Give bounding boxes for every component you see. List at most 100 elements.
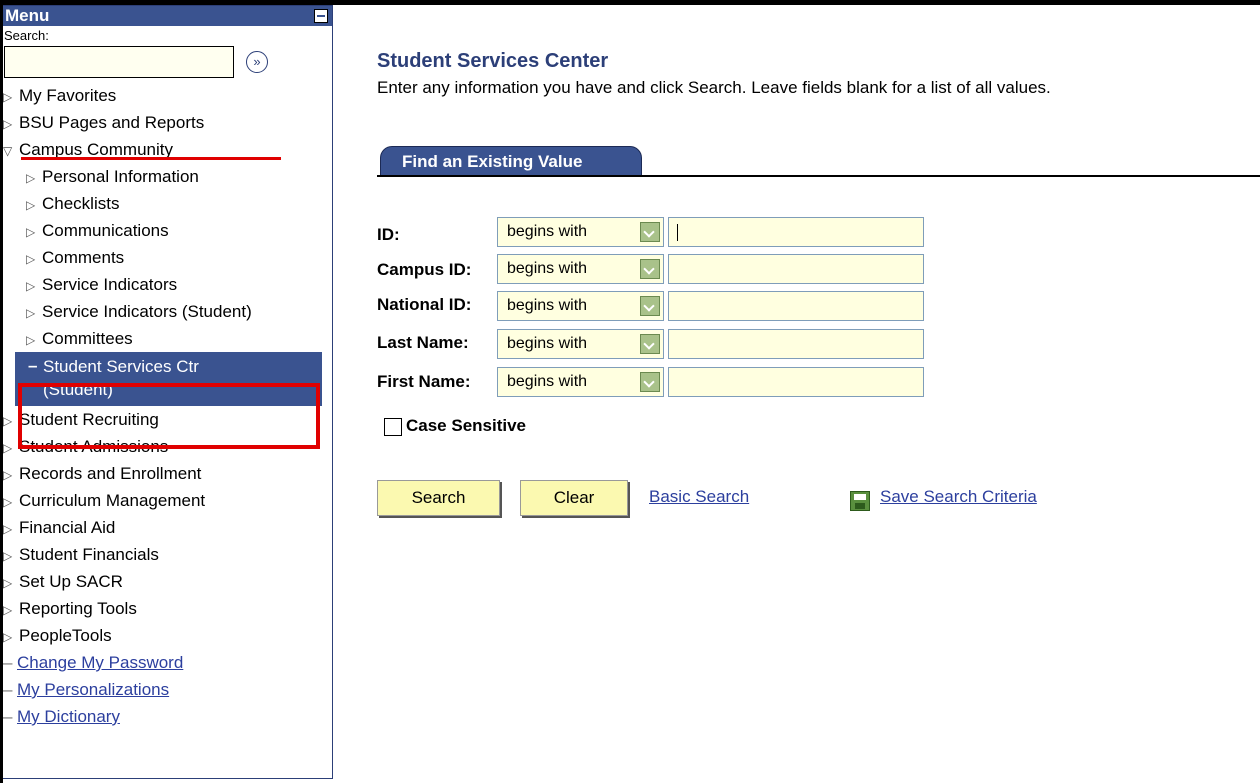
- campus-id-operator-select[interactable]: begins with: [497, 254, 664, 284]
- menu-item-records-enrollment[interactable]: ▷ Records and Enrollment: [3, 460, 332, 487]
- menu-item-checklists[interactable]: ▷ Checklists: [3, 190, 332, 217]
- menu-item-label: Service Indicators (Student): [42, 302, 252, 321]
- menu-item-label: Student Financials: [19, 545, 159, 564]
- id-operator-value: begins with: [507, 223, 588, 240]
- menu-item-dictionary: – My Dictionary: [3, 703, 332, 730]
- menu-search-input[interactable]: [4, 46, 234, 78]
- dash-icon: –: [3, 653, 13, 672]
- campus-id-operator-value: begins with: [507, 260, 588, 277]
- menu-item-student-services-ctr[interactable]: – Student Services Ctr (Student): [15, 352, 322, 406]
- menu-item-student-recruiting[interactable]: ▷ Student Recruiting: [3, 406, 332, 433]
- menu-item-set-up-sacr[interactable]: ▷ Set Up SACR: [3, 568, 332, 595]
- menu-item-financial-aid[interactable]: ▷ Financial Aid: [3, 514, 332, 541]
- menu-item-bsu-pages[interactable]: ▷ BSU Pages and Reports: [3, 109, 332, 136]
- triangle-right-icon: ▷: [3, 117, 13, 131]
- menu-item-label: Student Admissions: [19, 437, 169, 456]
- triangle-right-icon: ▷: [3, 468, 13, 482]
- tab-find-existing-value[interactable]: Find an Existing Value: [380, 146, 642, 176]
- menu-search-label: Search:: [4, 28, 49, 43]
- dash-icon: –: [3, 707, 13, 726]
- menu-item-my-favorites[interactable]: ▷ My Favorites: [3, 82, 332, 109]
- last-name-label: Last Name:: [377, 333, 469, 352]
- triangle-right-icon: ▷: [3, 414, 13, 428]
- national-id-operator-value: begins with: [507, 297, 588, 314]
- menu-item-label: Student Recruiting: [19, 410, 159, 429]
- menu-item-student-financials[interactable]: ▷ Student Financials: [3, 541, 332, 568]
- menu-item-label-line2: (Student): [43, 380, 113, 399]
- case-sensitive-checkbox[interactable]: [384, 418, 402, 436]
- triangle-down-icon: ▽: [3, 144, 13, 158]
- menu-item-communications[interactable]: ▷ Communications: [3, 217, 332, 244]
- menu-item-label: PeopleTools: [19, 626, 112, 645]
- page-title: Student Services Center: [377, 50, 609, 72]
- triangle-right-icon: ▷: [26, 306, 36, 320]
- triangle-right-icon: ▷: [3, 549, 13, 563]
- menu-item-label: Records and Enrollment: [19, 464, 202, 483]
- collapse-menu-icon[interactable]: [314, 9, 328, 23]
- id-input[interactable]: [668, 217, 924, 247]
- basic-search-link[interactable]: Basic Search: [649, 487, 749, 507]
- campus-id-input[interactable]: [668, 254, 924, 284]
- menu-item-label: BSU Pages and Reports: [19, 113, 205, 132]
- menu-item-personalizations: – My Personalizations: [3, 676, 332, 703]
- personalizations-link[interactable]: My Personalizations: [17, 680, 169, 699]
- last-name-operator-select[interactable]: begins with: [497, 329, 664, 359]
- menu-item-peopletools[interactable]: ▷ PeopleTools: [3, 622, 332, 649]
- last-name-input[interactable]: [668, 329, 924, 359]
- first-name-label: First Name:: [377, 372, 471, 391]
- menu-item-comments[interactable]: ▷ Comments: [3, 244, 332, 271]
- national-id-input[interactable]: [668, 291, 924, 321]
- menu-sidebar: Menu Search: » ▷ My Favorites ▷ BSU Pages …: [3, 5, 333, 779]
- menu-item-label: Set Up SACR: [19, 572, 123, 591]
- first-name-operator-value: begins with: [507, 373, 588, 390]
- national-id-operator-select[interactable]: begins with: [497, 291, 664, 321]
- chevron-down-icon: [640, 259, 660, 279]
- floppy-disk-icon: [850, 491, 870, 511]
- dash-icon: –: [3, 680, 13, 699]
- menu-search-row: »: [3, 44, 332, 82]
- menu-item-campus-community[interactable]: ▽ Campus Community: [3, 136, 332, 163]
- menu-item-label: Service Indicators: [42, 275, 178, 294]
- first-name-operator-select[interactable]: begins with: [497, 367, 664, 397]
- menu-item-committees[interactable]: ▷ Committees: [3, 325, 332, 352]
- case-sensitive-label: Case Sensitive: [406, 416, 527, 435]
- dictionary-link[interactable]: My Dictionary: [17, 707, 120, 726]
- menu-item-label: Personal Information: [42, 167, 199, 186]
- menu-item-label: Comments: [42, 248, 125, 267]
- menu-item-curriculum-management[interactable]: ▷ Curriculum Management: [3, 487, 332, 514]
- triangle-right-icon: ▷: [3, 630, 13, 644]
- menu-item-service-indicators[interactable]: ▷ Service Indicators: [3, 271, 332, 298]
- last-name-operator-value: begins with: [507, 335, 588, 352]
- chevron-down-icon: [640, 372, 660, 392]
- menu-item-personal-information[interactable]: ▷ Personal Information: [3, 163, 332, 190]
- triangle-right-icon: ▷: [3, 522, 13, 536]
- triangle-right-icon: ▷: [26, 171, 36, 185]
- search-button[interactable]: Search: [377, 480, 500, 516]
- menu-header: Menu: [3, 6, 332, 26]
- menu-item-label: Student Services Ctr: [43, 357, 199, 376]
- chevron-down-icon: [640, 222, 660, 242]
- triangle-right-icon: ▷: [26, 252, 36, 266]
- menu-item-label: Reporting Tools: [19, 599, 137, 618]
- menu-item-label: Curriculum Management: [19, 491, 206, 510]
- menu-item-student-admissions[interactable]: ▷ Student Admissions: [3, 433, 332, 460]
- menu-item-change-password: – Change My Password: [3, 649, 332, 676]
- id-label: ID:: [377, 225, 400, 244]
- menu-item-service-indicators-student[interactable]: ▷ Service Indicators (Student): [3, 298, 332, 325]
- menu-item-label: Communications: [42, 221, 169, 240]
- first-name-input[interactable]: [668, 367, 924, 397]
- menu-item-label: Committees: [42, 329, 133, 348]
- triangle-right-icon: ▷: [3, 603, 13, 617]
- triangle-right-icon: ▷: [3, 576, 13, 590]
- save-search-criteria-link[interactable]: Save Search Criteria: [880, 487, 1037, 507]
- menu-item-reporting-tools[interactable]: ▷ Reporting Tools: [3, 595, 332, 622]
- change-password-link[interactable]: Change My Password: [17, 653, 183, 672]
- chevron-down-icon: [640, 296, 660, 316]
- triangle-right-icon: ▷: [26, 279, 36, 293]
- tab-divider: [377, 175, 1260, 177]
- id-operator-select[interactable]: begins with: [497, 217, 664, 247]
- menu-search-go-icon[interactable]: »: [246, 51, 268, 73]
- clear-button[interactable]: Clear: [520, 480, 628, 516]
- text-cursor: [677, 224, 678, 241]
- triangle-right-icon: ▷: [3, 441, 13, 455]
